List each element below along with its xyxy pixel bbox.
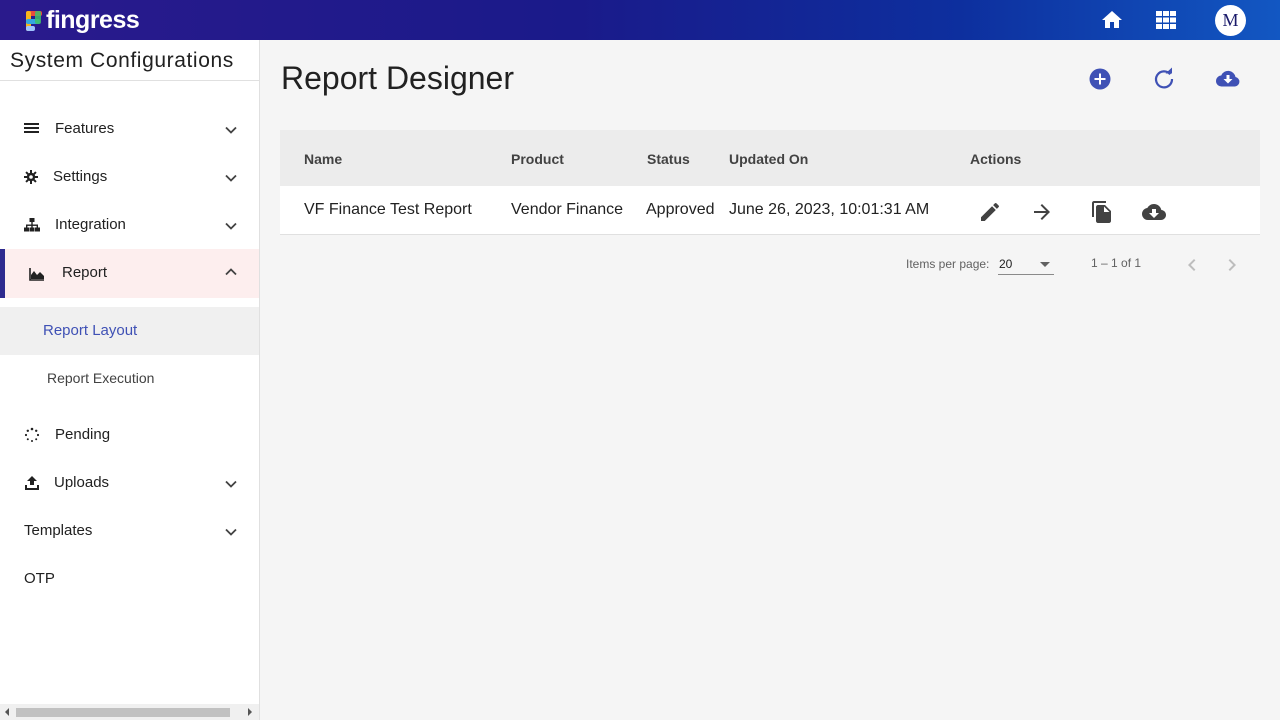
items-per-page-select[interactable]: 20: [998, 253, 1054, 275]
cloud-download-icon[interactable]: [1215, 66, 1241, 92]
chevron-up-icon: [225, 268, 237, 276]
sidebar-item-label: Templates: [24, 522, 93, 539]
sidebar-item-label: Integration: [55, 216, 126, 233]
home-icon[interactable]: [1100, 8, 1124, 32]
upload-icon: [25, 476, 39, 490]
refresh-icon[interactable]: [1151, 66, 1177, 92]
edit-icon[interactable]: [978, 200, 1002, 224]
copy-icon[interactable]: [1090, 200, 1114, 224]
sidebar-subitem-report-execution[interactable]: Report Execution: [0, 355, 259, 403]
sidebar-item-report[interactable]: Report: [0, 249, 259, 298]
scrollbar-thumb[interactable]: [16, 708, 230, 717]
sidebar-item-templates[interactable]: Templates: [0, 507, 259, 555]
sidebar-item-settings[interactable]: Settings: [0, 153, 259, 201]
cell-product: Vendor Finance: [511, 201, 624, 218]
add-circle-icon[interactable]: [1087, 66, 1113, 92]
chevron-down-icon: [225, 222, 237, 230]
cell-name: VF Finance Test Report: [304, 201, 472, 218]
sidebar-item-label: OTP: [24, 570, 55, 587]
next-page-icon[interactable]: [1220, 253, 1244, 277]
user-avatar[interactable]: M: [1215, 5, 1246, 36]
list-icon: [24, 123, 39, 133]
column-header-actions: Actions: [970, 151, 1022, 167]
chevron-down-icon: [225, 174, 237, 182]
column-header-product[interactable]: Product: [511, 151, 564, 167]
active-indicator: [0, 249, 5, 298]
chevron-down-icon: [225, 528, 237, 536]
logo-text: fingress: [46, 5, 140, 34]
items-per-page-label: Items per page:: [906, 257, 990, 271]
cloud-download-icon[interactable]: [1142, 200, 1166, 224]
sidebar-divider: [0, 80, 259, 81]
sidebar-title: System Configurations: [10, 49, 234, 72]
column-header-status[interactable]: Status: [647, 151, 690, 167]
chevron-down-icon: [225, 480, 237, 488]
paginator: Items per page: 20 1 – 1 of 1: [280, 245, 1260, 285]
logo-mark-icon: [26, 11, 42, 31]
sidebar: System Configurations Features Settings: [0, 40, 260, 720]
hierarchy-icon: [24, 218, 40, 232]
sidebar-item-label: Uploads: [54, 474, 110, 491]
page-range-label: 1 – 1 of 1: [1091, 256, 1142, 270]
sidebar-subitem-label: Report Execution: [47, 370, 155, 386]
cell-status: Approved: [646, 201, 715, 218]
previous-page-icon[interactable]: [1180, 253, 1204, 277]
sidebar-item-label: Report: [62, 264, 108, 281]
sidebar-item-label: Pending: [55, 426, 111, 443]
sidebar-item-otp[interactable]: OTP: [0, 555, 259, 603]
sidebar-item-integration[interactable]: Integration: [0, 201, 259, 249]
column-header-name[interactable]: Name: [304, 151, 342, 167]
scroll-left-arrow-icon[interactable]: [5, 708, 9, 716]
arrow-forward-icon[interactable]: [1030, 200, 1054, 224]
reports-table: Name Product Status Updated On Actions V…: [280, 130, 1260, 235]
spinner-icon: [24, 427, 40, 442]
apps-grid-icon[interactable]: [1154, 8, 1178, 32]
sidebar-subitem-label: Report Layout: [43, 322, 138, 339]
sidebar-item-features[interactable]: Features: [0, 105, 259, 153]
gear-icon: [24, 170, 38, 184]
sidebar-subitem-report-layout[interactable]: Report Layout: [0, 307, 259, 355]
fingress-logo[interactable]: fingress: [24, 5, 140, 34]
table-header: Name Product Status Updated On Actions: [280, 130, 1260, 186]
page-title: Report Designer: [281, 60, 514, 96]
sidebar-item-uploads[interactable]: Uploads: [0, 459, 259, 507]
sidebar-item-pending[interactable]: Pending: [0, 411, 259, 459]
top-app-bar: fingress M: [0, 0, 1280, 40]
table-row[interactable]: VF Finance Test Report Vendor Finance Ap…: [280, 186, 1260, 235]
column-header-updated-on[interactable]: Updated On: [729, 151, 808, 167]
area-chart-icon: [29, 268, 44, 281]
chevron-down-icon: [225, 126, 237, 134]
scroll-right-arrow-icon[interactable]: [248, 708, 252, 716]
sidebar-item-label: Settings: [53, 168, 108, 185]
dropdown-caret-icon: [1040, 262, 1050, 267]
cell-updated-on: June 26, 2023, 10:01:31 AM: [729, 201, 930, 218]
sidebar-horizontal-scrollbar[interactable]: [0, 704, 259, 720]
items-per-page-value: 20: [999, 257, 1013, 271]
sidebar-item-label: Features: [55, 120, 115, 137]
